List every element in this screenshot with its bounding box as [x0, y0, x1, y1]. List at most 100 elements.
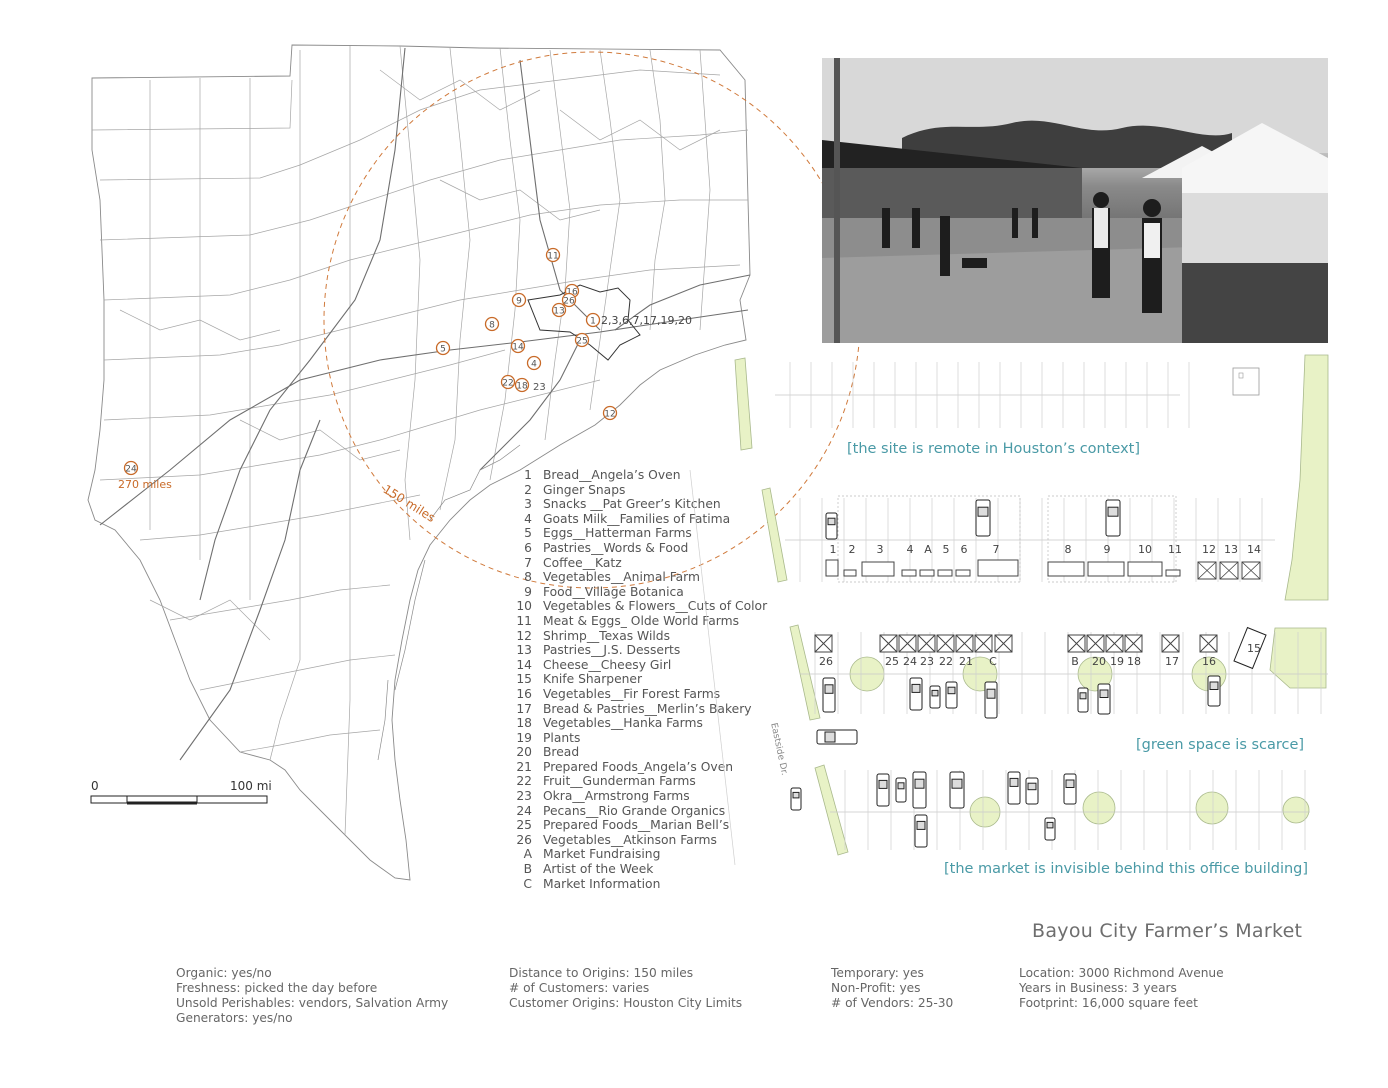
vendor-legend: 1 Bread__Angela’s Oven 2 Ginger Snaps 3 Snack… [510, 468, 780, 891]
legend-number: 18 [516, 716, 532, 731]
scale-zero-label: 0 [91, 779, 99, 793]
stat-line: Temporary: yes [831, 966, 924, 980]
origin-marker: 5 [435, 340, 451, 356]
legend-text: Bread [543, 745, 580, 760]
legend-text: Bread__Angela’s Oven [543, 468, 681, 482]
svg-text:4: 4 [531, 360, 537, 370]
legend-item: 23 Okra__Armstrong Farms [510, 789, 780, 804]
legend-text: Vegetables__Atkinson Farms [543, 832, 717, 847]
legend-number: 21 [516, 759, 532, 774]
legend-number: 4 [524, 511, 532, 526]
legend-item: 1 Bread__Angela’s Oven [510, 468, 780, 483]
legend-number: B [523, 862, 532, 877]
legend-text: Eggs__Hatterman Farms [543, 526, 692, 541]
origin-marker: 25 [574, 332, 590, 348]
legend-text: Meat & Eggs_ Olde World Farms [543, 613, 740, 628]
scale-bar [90, 795, 268, 805]
far-origin-marker: 24 [123, 460, 139, 476]
stats-column-3: Temporary: yes Non-Profit: yes # of Vendor… [831, 966, 953, 1011]
stat-line: Footprint: 16,000 square feet [1019, 996, 1198, 1010]
legend-number: 26 [516, 832, 532, 847]
legend-item: 19 Plants [510, 731, 780, 746]
legend-text: Okra__Armstrong Farms [543, 789, 690, 804]
legend-text: Ginger Snaps [543, 482, 626, 497]
legend-number: 15 [516, 672, 532, 687]
legend-number: 11 [516, 613, 532, 628]
legend-item: 5 Eggs__Hatterman Farms [510, 526, 780, 541]
caption-invisible: [the market is invisible behind this off… [944, 861, 1309, 877]
legend-number: 5 [524, 526, 532, 541]
legend-text: Goats Milk__Families of Fatima [543, 511, 731, 526]
origin-marker: 14 [510, 338, 526, 354]
stats-column-4: Location: 3000 Richmond Avenue Years in B… [1019, 966, 1224, 1011]
legend-item: 16 Vegetables__Fir Forest Farms [510, 687, 780, 702]
legend-text: Snacks __Pat Greer’s Kitchen [543, 497, 721, 512]
legend-item: 20 Bread [510, 745, 780, 760]
legend-item: 21 Prepared Foods_Angela’s Oven [510, 760, 780, 775]
svg-text:25: 25 [576, 337, 587, 347]
origin-marker: 22 [500, 374, 516, 390]
legend-number: 22 [516, 774, 532, 789]
legend-text: Shrimp__Texas Wilds [543, 628, 670, 643]
legend-item: 26 Vegetables__Atkinson Farms [510, 833, 780, 848]
legend-text: Cheese__Cheesy Girl [543, 657, 672, 672]
stat-line: Distance to Origins: 150 miles [509, 966, 694, 980]
caption-green: [green space is scarce] [1136, 737, 1305, 753]
stat-line: Years in Business: 3 years [1019, 981, 1177, 995]
svg-text:22: 22 [502, 379, 513, 389]
legend-number: 1 [524, 468, 532, 482]
legend-text: Market Fundraising [543, 847, 661, 862]
svg-text:1: 1 [590, 317, 596, 327]
legend-number: 2 [524, 482, 532, 497]
legend-item: 4 Goats Milk__Families of Fatima [510, 512, 780, 527]
scale-end-label: 100 mi [230, 779, 272, 793]
legend-item: B Artist of the Week [510, 862, 780, 877]
legend-text: Vegetables__Animal Farm [543, 570, 701, 585]
stat-line: Unsold Perishables: vendors, Salvation A… [176, 996, 449, 1010]
svg-text:14: 14 [512, 343, 524, 353]
legend-text: Coffee__Katz [543, 555, 622, 570]
legend-number: 25 [516, 818, 532, 833]
legend-item: 3 Snacks __Pat Greer’s Kitchen [510, 497, 780, 512]
stat-line: Generators: yes/no [176, 1011, 293, 1025]
legend-number: 12 [516, 628, 532, 643]
stats-column-2: Distance to Origins: 150 miles # of Custo… [509, 966, 742, 1011]
legend-text: Pastries__J.S. Desserts [543, 643, 681, 658]
caption-remote: [the site is remote in Houston’s context… [847, 441, 1141, 457]
marker-extra-label: 23 [533, 382, 546, 393]
legend-text: Plants [543, 730, 581, 745]
legend-text: Prepared Foods__Marian Bell’s [543, 818, 730, 833]
legend-item: 25 Prepared Foods__Marian Bell’s [510, 818, 780, 833]
origin-marker: 4 [526, 355, 542, 371]
legend-item: 10 Vegetables & Flowers__Cuts of Color [510, 599, 780, 614]
legend-item: 24 Pecans__Rio Grande Organics [510, 804, 780, 819]
svg-text:12: 12 [604, 410, 615, 420]
legend-item: 11 Meat & Eggs_ Olde World Farms [510, 614, 780, 629]
stat-line: Freshness: picked the day before [176, 981, 378, 995]
svg-text:18: 18 [516, 382, 528, 392]
stat-line: # of Vendors: 25-30 [831, 996, 954, 1010]
legend-number: 20 [516, 745, 532, 760]
legend-text: Fruit__Gunderman Farms [543, 774, 696, 789]
svg-text:8: 8 [489, 321, 495, 331]
legend-item: C Market Information [510, 877, 780, 892]
legend-text: Bread & Pastries__Merlin’s Bakery [543, 701, 752, 716]
legend-text: Vegetables__Hanka Farms [543, 716, 703, 731]
legend-number: 23 [516, 789, 532, 804]
legend-number: 3 [524, 497, 532, 512]
legend-number: 7 [524, 555, 532, 570]
legend-text: Vegetables & Flowers__Cuts of Color [543, 599, 768, 614]
origin-marker: 13 [551, 302, 567, 318]
legend-text: Vegetables__Fir Forest Farms [543, 686, 721, 701]
origin-marker: 1 [585, 312, 601, 328]
legend-number: C [523, 876, 532, 891]
origin-marker: 8 [484, 316, 500, 332]
legend-item: 6 Pastries__Words & Food [510, 541, 780, 556]
origin-marker: 26 [561, 292, 577, 308]
legend-text: Prepared Foods_Angela’s Oven [543, 759, 734, 774]
legend-item: 17 Bread & Pastries__Merlin’s Bakery [510, 702, 780, 717]
legend-number: 9 [524, 584, 532, 599]
legend-item: 12 Shrimp__Texas Wilds [510, 629, 780, 644]
photo-illustration [822, 58, 1328, 343]
origin-marker: 18 [514, 377, 530, 393]
